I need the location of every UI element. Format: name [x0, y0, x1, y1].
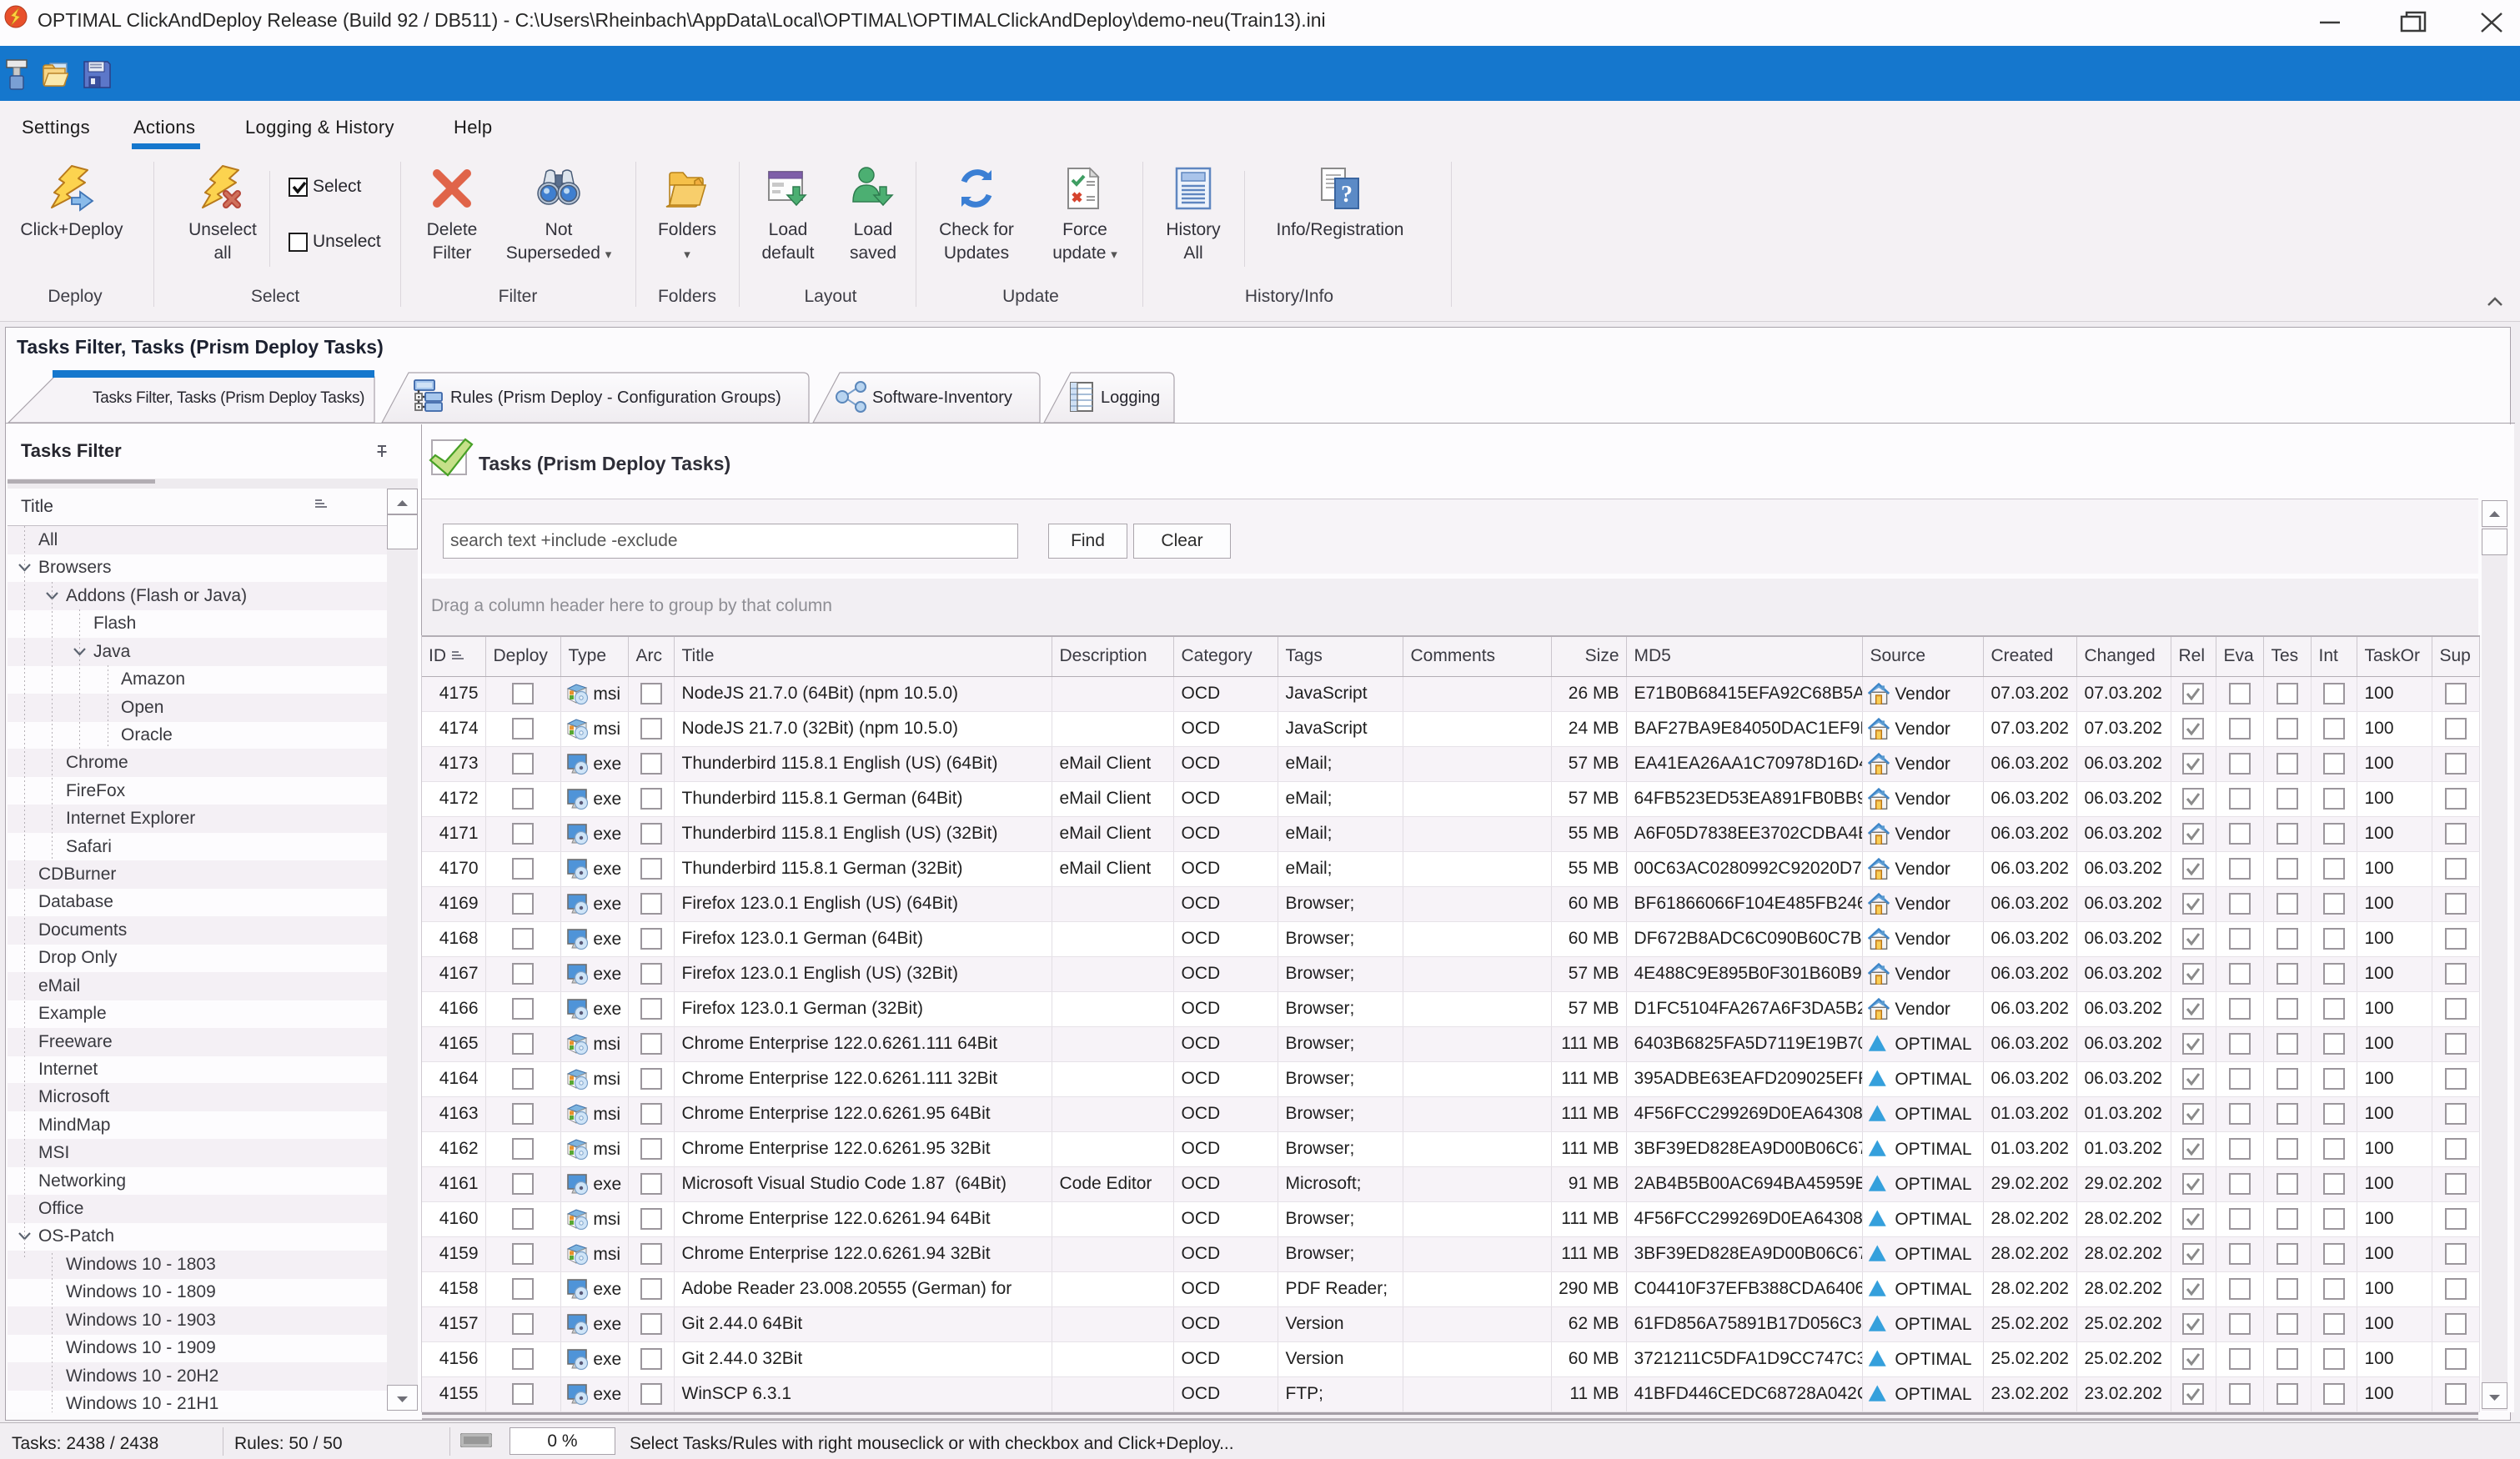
svg-text:?: ? [1341, 182, 1353, 208]
